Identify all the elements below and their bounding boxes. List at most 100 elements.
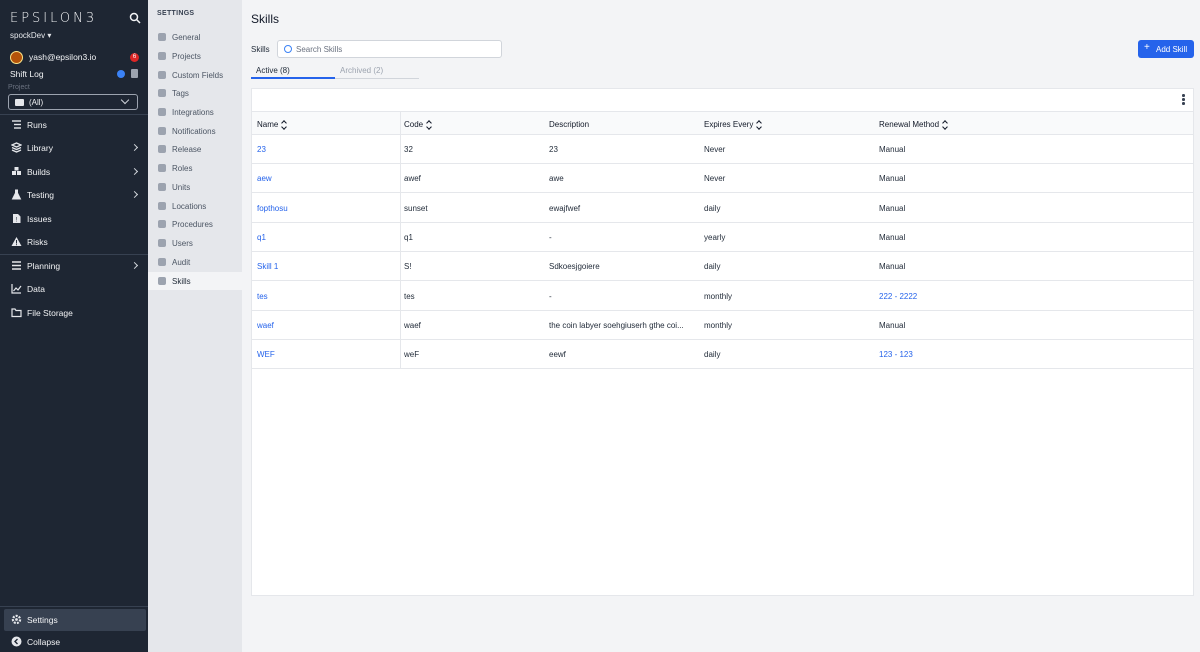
cell-code: awef (404, 174, 421, 184)
nav-runs[interactable]: Runs (0, 114, 148, 136)
cell-expires: Never (704, 145, 726, 154)
tab-active[interactable]: Active (8) (251, 66, 335, 79)
cell-renewal[interactable]: 123 - 123 (879, 350, 1079, 359)
cell-name[interactable]: aew (257, 174, 397, 183)
table-header: Name Code Description Expires Every Rene… (252, 111, 1193, 135)
project-select[interactable]: (All) (8, 94, 138, 110)
nav-label: Risks (27, 237, 48, 247)
settings-item-label: Locations (172, 202, 207, 211)
nav-data[interactable]: Data (0, 278, 148, 300)
folder-icon (15, 99, 24, 106)
nav-library[interactable]: Library (0, 137, 148, 159)
settings-item-integrations[interactable]: Integrations (148, 103, 242, 121)
search-field[interactable] (277, 40, 502, 58)
settings-item-label: Users (172, 239, 193, 248)
cell-name[interactable]: q1 (257, 233, 397, 242)
cell-expires: monthly (704, 291, 733, 301)
main-sidebar: EPSILON3 spockDev ▾ yash@epsilon3.io 6 S… (0, 0, 148, 652)
settings-item-projects[interactable]: Projects (148, 47, 242, 65)
nav-label: File Storage (27, 308, 73, 318)
tabs: Active (8) Archived (2) (251, 66, 419, 79)
user-profile[interactable]: yash@epsilon3.io 6 (10, 51, 140, 65)
cell-name[interactable]: 23 (257, 145, 397, 154)
settings-item-release[interactable]: Release (148, 140, 242, 158)
cell-expires: daily (704, 262, 721, 272)
cell-code: weF (404, 350, 420, 360)
column-header-renewal[interactable]: Renewal Method (879, 120, 948, 129)
cell-code: tes (404, 291, 415, 301)
main-content: Skills Skills + Add Skill Active (8) Arc… (242, 0, 1200, 652)
nav-label: Testing (27, 190, 54, 200)
cell-name[interactable]: tes (257, 292, 397, 301)
settings-item-tags[interactable]: Tags (148, 84, 242, 102)
settings-item-general[interactable]: General (148, 28, 242, 46)
sort-icon[interactable] (756, 120, 762, 129)
search-icon[interactable] (129, 12, 141, 24)
cell-description: awe (549, 174, 564, 184)
settings-item-custom-fields[interactable]: Custom Fields (148, 66, 242, 84)
nav-builds[interactable]: Builds (0, 161, 148, 183)
shift-log-label: Shift Log (10, 69, 44, 79)
table-row: Skill 1 S! Sdkoesjgoiere daily Manual (252, 252, 1193, 282)
add-skill-button[interactable]: + Add Skill (1138, 40, 1194, 58)
add-shift-icon[interactable] (117, 70, 125, 78)
cell-name[interactable]: waef (257, 321, 397, 330)
table-row: q1 q1 - yearly Manual (252, 223, 1193, 252)
app-logo[interactable]: EPSILON3 (10, 11, 97, 26)
settings-item-units[interactable]: Units (148, 178, 242, 196)
settings-item-notifications[interactable]: Notifications (148, 122, 242, 140)
column-label: Code (404, 120, 424, 129)
edit-icon (158, 71, 166, 79)
settings-item-users[interactable]: Users (148, 234, 242, 252)
collapse-button[interactable]: Collapse (0, 631, 148, 652)
nav-label: Collapse (27, 637, 61, 647)
cell-expires: daily (704, 350, 721, 360)
nav-risks[interactable]: Risks (0, 231, 148, 253)
skills-table: Name Code Description Expires Every Rene… (251, 88, 1194, 596)
cell-renewal: Manual (879, 203, 906, 213)
nav-label: Runs (27, 120, 47, 130)
cell-expires: Never (704, 174, 726, 184)
settings-item-label: Procedures (172, 220, 213, 229)
sort-icon[interactable] (426, 120, 432, 129)
issue-file-icon: ! (13, 214, 21, 224)
search-input[interactable] (296, 43, 496, 56)
settings-sidebar: SETTINGS General Projects Custom Fields … (148, 0, 242, 652)
nav-issues[interactable]: ! Issues (0, 208, 148, 230)
settings-item-procedures[interactable]: Procedures (148, 215, 242, 233)
column-header-expires[interactable]: Expires Every (704, 120, 762, 129)
settings-item-audit[interactable]: Audit (148, 253, 242, 271)
settings-item-roles[interactable]: Roles (148, 159, 242, 177)
more-options-icon[interactable] (1182, 94, 1185, 106)
search-icon (158, 258, 166, 266)
settings-item-skills[interactable]: Skills (148, 272, 242, 290)
cell-renewal: Manual (879, 232, 906, 242)
chart-line-icon (11, 284, 22, 294)
nav-settings[interactable]: Settings (4, 609, 146, 631)
nav-file-storage[interactable]: File Storage (0, 302, 148, 324)
cell-description: Sdkoesjgoiere (549, 262, 600, 272)
shift-log[interactable]: Shift Log (10, 69, 140, 81)
settings-item-locations[interactable]: Locations (148, 197, 242, 215)
nav-testing[interactable]: Testing (0, 184, 148, 206)
nav-planning[interactable]: Planning (0, 255, 148, 277)
cell-name[interactable]: Skill 1 (257, 262, 397, 271)
tab-archived[interactable]: Archived (2) (335, 66, 419, 79)
sort-icon[interactable] (281, 120, 287, 129)
cell-name[interactable]: WEF (257, 350, 397, 359)
settings-item-label: Tags (172, 89, 189, 98)
cell-renewal[interactable]: 222 - 2222 (879, 292, 1079, 301)
chevron-left-circle-icon (11, 636, 22, 647)
cell-description: ewajfwef (549, 203, 581, 213)
notification-badge[interactable]: 6 (130, 53, 139, 62)
sort-icon[interactable] (942, 120, 948, 129)
nav-label: Data (27, 284, 45, 294)
divider (0, 606, 148, 607)
column-header-name[interactable]: Name (257, 120, 287, 129)
cell-name[interactable]: fopthosu (257, 204, 397, 213)
workspace-switcher[interactable]: spockDev ▾ (10, 31, 51, 40)
column-header-code[interactable]: Code (404, 120, 432, 129)
nav-label: Settings (27, 615, 58, 625)
book-icon[interactable] (131, 69, 138, 78)
graduation-cap-icon (158, 277, 166, 285)
